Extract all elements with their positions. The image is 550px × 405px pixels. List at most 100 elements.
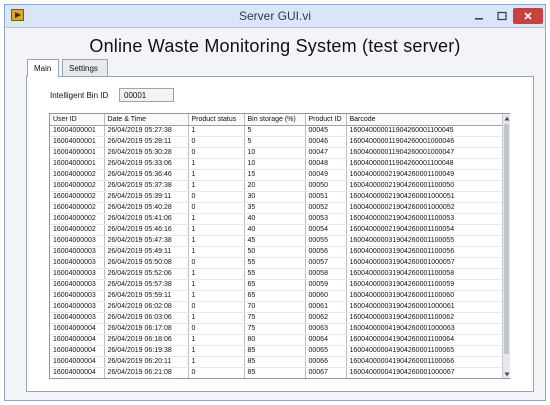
column-header-date-time[interactable]: Date & Time — [104, 114, 189, 126]
table-row[interactable]: 16004000003 26/04/2019 05:57:38 1 65 00059 16… — [50, 279, 502, 291]
table-row[interactable]: 16004000003 26/04/2019 05:59:11 1 65 00060 16… — [50, 290, 502, 302]
cell-product-id: 00046 — [305, 136, 347, 148]
cell-date-time: 26/04/2019 05:27:38 — [104, 125, 189, 137]
column-header-product-id[interactable]: Product ID — [305, 114, 347, 126]
cell-date-time: 26/04/2019 05:28:11 — [104, 136, 189, 148]
cell-user-id: 16004000003 — [50, 246, 105, 258]
cell-bin-storage: 80 — [244, 334, 306, 346]
table-row[interactable]: 16004000001 26/04/2019 05:27:38 1 5 00045 160… — [50, 125, 502, 137]
scroll-up-arrow-icon[interactable] — [503, 114, 510, 122]
table-row[interactable]: 16004000004 26/04/2019 06:20:11 1 85 00066 16… — [50, 356, 502, 368]
cell-barcode: 160040000041904260001000063 — [346, 323, 502, 335]
cell-product-status: 1 — [188, 235, 245, 247]
cell-user-id: 16004000004 — [50, 345, 105, 357]
cell-product-status: 0 — [188, 136, 245, 148]
data-table: User ID Date & Time Product status Bin stor… — [50, 114, 502, 378]
close-icon — [524, 12, 532, 20]
column-header-bin-storage[interactable]: Bin storage (%) — [244, 114, 306, 126]
column-header-barcode[interactable]: Barcode — [346, 114, 502, 126]
table-row[interactable]: 16004000003 26/04/2019 06:02:08 0 70 00061 16… — [50, 301, 502, 313]
cell-product-id: 00048 — [305, 158, 347, 170]
cell-bin-storage: 5 — [244, 125, 306, 137]
table-row[interactable]: 16004000003 26/04/2019 05:52:06 1 55 00058 16… — [50, 268, 502, 280]
cell-date-time: 26/04/2019 05:49:11 — [104, 246, 189, 258]
cell-date-time: 26/04/2019 05:33:06 — [104, 158, 189, 170]
table-row[interactable]: 16004000002 26/04/2019 05:46:16 1 40 00054 16… — [50, 224, 502, 236]
minimize-button[interactable] — [468, 8, 490, 24]
cell-product-status: 0 — [188, 323, 245, 335]
table-row[interactable]: 16004000001 26/04/2019 05:28:11 0 5 00046 160… — [50, 136, 502, 148]
table-row[interactable]: 16004000004 26/04/2019 06:17:08 0 75 00063 16… — [50, 323, 502, 335]
table-row[interactable]: 16004000002 26/04/2019 05:37:38 1 20 00050 16… — [50, 180, 502, 192]
table-row[interactable]: 16004000002 26/04/2019 05:36:46 1 15 00049 16… — [50, 169, 502, 181]
cell-barcode: 160040000021904260001000051 — [346, 191, 502, 203]
bin-id-field[interactable]: 00001 — [119, 88, 174, 102]
cell-date-time: 26/04/2019 05:47:38 — [104, 235, 189, 247]
cell-product-status: 1 — [188, 356, 245, 368]
cell-product-id: 00054 — [305, 224, 347, 236]
cell-date-time: 26/04/2019 06:20:11 — [104, 356, 189, 368]
cell-date-time: 26/04/2019 05:50:08 — [104, 257, 189, 269]
tab-main[interactable]: Main — [27, 59, 59, 77]
tab-settings[interactable]: Settings — [62, 59, 108, 76]
cell-user-id: 16004000001 — [50, 125, 105, 137]
cell-barcode: 160040000021904260001100049 — [346, 169, 502, 181]
cell-product-id: 00056 — [305, 246, 347, 258]
cell-bin-storage: 10 — [244, 158, 306, 170]
cell-bin-storage: 75 — [244, 312, 306, 324]
table-row[interactable]: 16004000002 26/04/2019 05:41:06 1 40 00053 16… — [50, 213, 502, 225]
cell-bin-storage: 85 — [244, 356, 306, 368]
cell-bin-storage: 70 — [244, 301, 306, 313]
cell-user-id: 16004000001 — [50, 136, 105, 148]
cell-bin-storage: 55 — [244, 268, 306, 280]
table-row[interactable]: 16004000002 26/04/2019 05:40:28 0 35 00052 16… — [50, 202, 502, 214]
cell-user-id: 16004000003 — [50, 290, 105, 302]
scroll-down-arrow-icon[interactable] — [503, 370, 510, 378]
cell-product-id: 00047 — [305, 147, 347, 159]
table-row[interactable]: 16004000001 26/04/2019 05:33:06 1 10 00048 16… — [50, 158, 502, 170]
cell-bin-storage: 35 — [244, 202, 306, 214]
table-row[interactable]: 16004000004 26/04/2019 06:18:06 1 80 00064 16… — [50, 334, 502, 346]
cell-product-id: 00055 — [305, 235, 347, 247]
cell-user-id: 16004000003 — [50, 279, 105, 291]
title-bar[interactable]: Server GUI.vi — [5, 5, 545, 28]
cell-product-status: 0 — [188, 191, 245, 203]
cell-product-status: 1 — [188, 213, 245, 225]
table-row[interactable]: 16004000004 26/04/2019 06:19:38 1 85 00065 16… — [50, 345, 502, 357]
vertical-scrollbar[interactable] — [502, 114, 510, 378]
window-title: Server GUI.vi — [238, 9, 311, 23]
cell-date-time: 26/04/2019 06:18:06 — [104, 334, 189, 346]
cell-product-status: 1 — [188, 334, 245, 346]
cell-bin-storage: 85 — [244, 367, 306, 378]
cell-product-status: 1 — [188, 169, 245, 181]
cell-date-time: 26/04/2019 06:03:06 — [104, 312, 189, 324]
cell-bin-storage: 45 — [244, 235, 306, 247]
cell-barcode: 160040000021904260001000052 — [346, 202, 502, 214]
cell-user-id: 16004000003 — [50, 268, 105, 280]
cell-date-time: 26/04/2019 05:41:06 — [104, 213, 189, 225]
column-header-user-id[interactable]: User ID — [50, 114, 105, 126]
scrollbar-thumb[interactable] — [504, 124, 509, 354]
cell-barcode: 160040000011904260001100045 — [346, 125, 502, 137]
cell-product-id: 00049 — [305, 169, 347, 181]
close-button[interactable] — [513, 8, 543, 24]
cell-product-id: 00057 — [305, 257, 347, 269]
table-row[interactable]: 16004000003 26/04/2019 05:49:11 1 50 00056 16… — [50, 246, 502, 258]
cell-product-status: 1 — [188, 180, 245, 192]
cell-user-id: 16004000003 — [50, 312, 105, 324]
table-row[interactable]: 16004000001 26/04/2019 05:30:28 0 10 00047 16… — [50, 147, 502, 159]
column-header-product-status[interactable]: Product status — [188, 114, 245, 126]
cell-product-id: 00062 — [305, 312, 347, 324]
cell-bin-storage: 75 — [244, 323, 306, 335]
table-row[interactable]: 16004000003 26/04/2019 06:03:06 1 75 00062 16… — [50, 312, 502, 324]
table-row[interactable]: 16004000002 26/04/2019 05:39:11 0 30 00051 16… — [50, 191, 502, 203]
cell-product-id: 00052 — [305, 202, 347, 214]
maximize-button[interactable] — [491, 8, 513, 24]
cell-product-id: 00064 — [305, 334, 347, 346]
cell-barcode: 160040000011904260001000046 — [346, 136, 502, 148]
table-row[interactable]: 16004000003 26/04/2019 05:47:38 1 45 00055 16… — [50, 235, 502, 247]
cell-bin-storage: 15 — [244, 169, 306, 181]
table-row[interactable]: 16004000004 26/04/2019 06:21:08 0 85 00067 16… — [50, 367, 502, 378]
table-row[interactable]: 16004000003 26/04/2019 05:50:08 0 55 00057 16… — [50, 257, 502, 269]
cell-product-id: 00063 — [305, 323, 347, 335]
